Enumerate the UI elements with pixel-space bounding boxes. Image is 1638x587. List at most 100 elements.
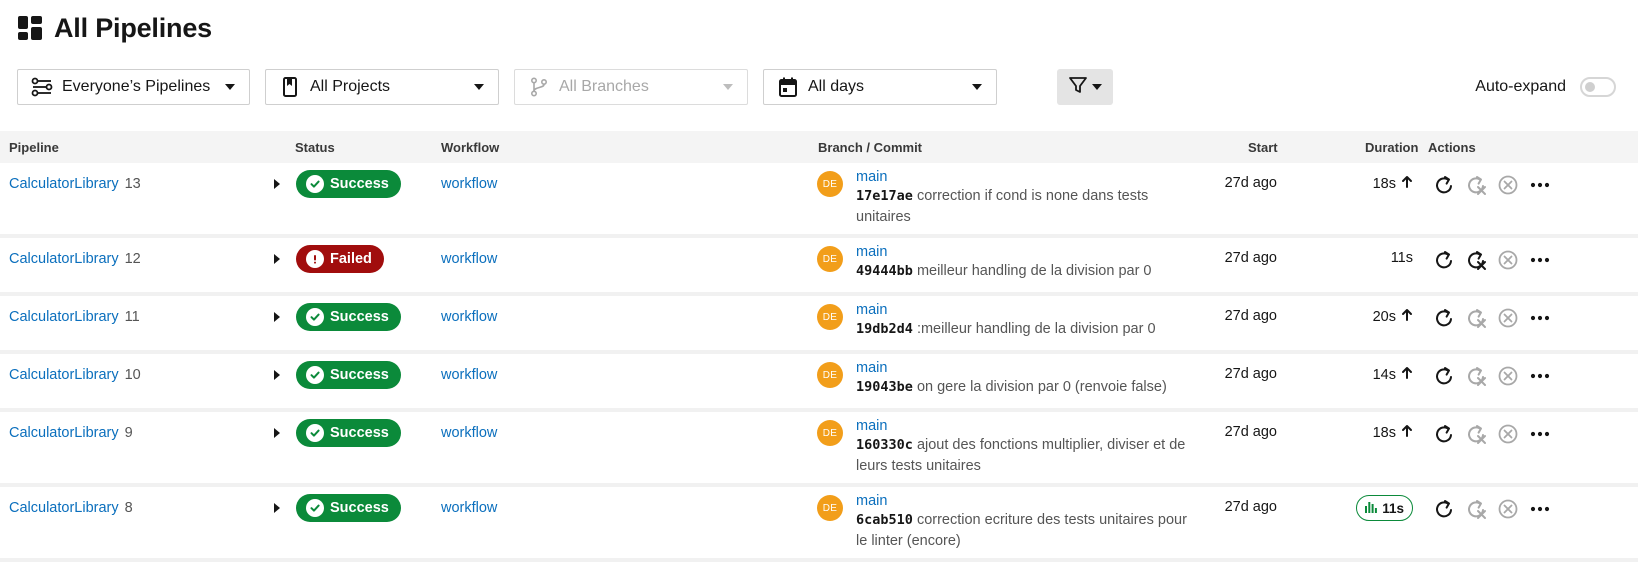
branch-link[interactable]: main	[856, 493, 1196, 509]
workflow-link[interactable]: workflow	[441, 367, 497, 383]
workflow-link[interactable]: workflow	[441, 309, 497, 325]
commit-hash[interactable]: 6cab510	[856, 512, 913, 528]
branch-link[interactable]: main	[856, 302, 1196, 318]
rerun-icon[interactable]	[1432, 173, 1456, 197]
workflow-link[interactable]: workflow	[441, 176, 497, 192]
status-badge[interactable]: Success	[296, 303, 401, 331]
projects-filter-select[interactable]: All Projects	[265, 69, 499, 105]
status-cell: Failed	[296, 245, 384, 273]
workflow-cell: workflow	[441, 424, 497, 442]
rerun-failed-icon[interactable]	[1464, 364, 1488, 388]
duration-value: 18s	[1372, 424, 1396, 441]
status-badge[interactable]: Success	[296, 419, 401, 447]
table-row[interactable]: CalculatorLibrary 12 Failed workflow DE main 4…	[0, 238, 1638, 296]
start-time: 27d ago	[1224, 499, 1277, 515]
pipeline-project-link[interactable]: CalculatorLibrary	[9, 367, 119, 383]
workflow-link[interactable]: workflow	[441, 425, 497, 441]
cancel-icon[interactable]	[1496, 364, 1520, 388]
rerun-failed-icon[interactable]	[1464, 422, 1488, 446]
auto-expand-toggle[interactable]	[1580, 77, 1616, 97]
arrow-up-icon	[1401, 424, 1413, 441]
expand-row-caret-icon[interactable]	[274, 312, 280, 322]
pipeline-cell: CalculatorLibrary 8	[9, 499, 133, 517]
rerun-icon[interactable]	[1432, 248, 1456, 272]
more-icon[interactable]	[1528, 306, 1552, 330]
workflow-link[interactable]: workflow	[441, 251, 497, 267]
rerun-icon[interactable]	[1432, 497, 1456, 521]
branches-filter-select[interactable]: All Branches	[514, 69, 748, 105]
more-icon[interactable]	[1528, 422, 1552, 446]
rerun-icon[interactable]	[1432, 306, 1456, 330]
status-cell: Success	[296, 303, 401, 331]
branch-link[interactable]: main	[856, 169, 1196, 185]
status-badge[interactable]: Failed	[296, 245, 384, 273]
more-icon[interactable]	[1528, 497, 1552, 521]
start-time: 27d ago	[1224, 366, 1277, 382]
days-filter-select[interactable]: All days	[763, 69, 997, 105]
column-header-actions: Actions	[1428, 140, 1476, 155]
duration-insights-badge[interactable]: 11s	[1356, 495, 1413, 521]
status-badge[interactable]: Success	[296, 361, 401, 389]
cancel-icon[interactable]	[1496, 306, 1520, 330]
start-time: 27d ago	[1224, 308, 1277, 324]
column-header-workflow: Workflow	[441, 140, 500, 155]
commit-hash[interactable]: 49444bb	[856, 263, 913, 279]
commit-hash[interactable]: 17e17ae	[856, 188, 913, 204]
more-icon[interactable]	[1528, 248, 1552, 272]
table-row[interactable]: CalculatorLibrary 9 Success workflow DE main 1…	[0, 412, 1638, 487]
rerun-failed-icon[interactable]	[1464, 173, 1488, 197]
status-badge[interactable]: Success	[296, 170, 401, 198]
commit-hash[interactable]: 19043be	[856, 379, 913, 395]
expand-row-caret-icon[interactable]	[274, 503, 280, 513]
table-row[interactable]: CalculatorLibrary 13 Success workflow DE main…	[0, 163, 1638, 238]
cancel-icon[interactable]	[1496, 422, 1520, 446]
table-row[interactable]: CalculatorLibrary 10 Success workflow DE main…	[0, 354, 1638, 412]
rerun-failed-icon[interactable]	[1464, 306, 1488, 330]
chevron-down-icon	[225, 84, 235, 90]
pipeline-project-link[interactable]: CalculatorLibrary	[9, 176, 119, 192]
branch-commit-cell: main 17e17ae correction if cond is none d…	[856, 169, 1196, 228]
pipeline-number: 10	[124, 367, 141, 383]
table-body: CalculatorLibrary 13 Success workflow DE main…	[0, 163, 1638, 562]
row-actions	[1432, 497, 1552, 521]
branch-link[interactable]: main	[856, 418, 1196, 434]
cancel-icon[interactable]	[1496, 248, 1520, 272]
expand-row-caret-icon[interactable]	[274, 254, 280, 264]
days-filter-label: All days	[808, 78, 865, 95]
pipelines-icon	[30, 75, 54, 99]
filter-button[interactable]	[1057, 69, 1113, 105]
page-header: All Pipelines	[18, 10, 212, 46]
expand-row-caret-icon[interactable]	[274, 179, 280, 189]
status-badge[interactable]: Success	[296, 494, 401, 522]
cancel-icon[interactable]	[1496, 173, 1520, 197]
chevron-down-icon	[1092, 84, 1102, 90]
pipeline-project-link[interactable]: CalculatorLibrary	[9, 309, 119, 325]
expand-row-caret-icon[interactable]	[274, 370, 280, 380]
commit-message: meilleur handling de la division par 0	[916, 263, 1152, 279]
rerun-failed-icon[interactable]	[1464, 248, 1488, 272]
more-icon[interactable]	[1528, 364, 1552, 388]
avatar: DE	[817, 495, 843, 521]
pipeline-project-link[interactable]: CalculatorLibrary	[9, 500, 119, 516]
pipeline-project-link[interactable]: CalculatorLibrary	[9, 425, 119, 441]
branch-link[interactable]: main	[856, 360, 1196, 376]
commit-hash[interactable]: 160330c	[856, 437, 913, 453]
table-row[interactable]: CalculatorLibrary 8 Success workflow DE main 6…	[0, 487, 1638, 562]
expand-row-caret-icon[interactable]	[274, 428, 280, 438]
row-actions	[1432, 306, 1552, 330]
chevron-down-icon	[474, 84, 484, 90]
rerun-icon[interactable]	[1432, 422, 1456, 446]
status-cell: Success	[296, 419, 401, 447]
rerun-icon[interactable]	[1432, 364, 1456, 388]
commit-hash[interactable]: 19db2d4	[856, 321, 913, 337]
more-icon[interactable]	[1528, 173, 1552, 197]
cancel-icon[interactable]	[1496, 497, 1520, 521]
workflow-link[interactable]: workflow	[441, 500, 497, 516]
status-cell: Success	[296, 361, 401, 389]
rerun-failed-icon[interactable]	[1464, 497, 1488, 521]
pipeline-project-link[interactable]: CalculatorLibrary	[9, 251, 119, 267]
branch-link[interactable]: main	[856, 244, 1196, 260]
workflow-cell: workflow	[441, 175, 497, 193]
table-row[interactable]: CalculatorLibrary 11 Success workflow DE main…	[0, 296, 1638, 354]
pipelines-filter-select[interactable]: Everyone’s Pipelines	[17, 69, 250, 105]
